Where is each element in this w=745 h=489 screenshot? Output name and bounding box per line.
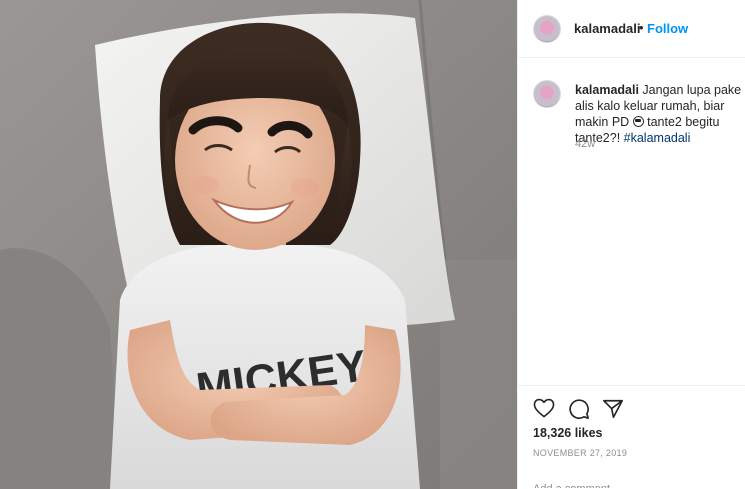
heart-icon[interactable]: [533, 398, 555, 418]
time-ago[interactable]: 42w: [575, 138, 595, 150]
caption-avatar[interactable]: [533, 80, 561, 108]
post-header: kalamadali • Follow: [518, 0, 745, 58]
post-photo[interactable]: MICKEY: [0, 0, 517, 489]
header-separator: •: [639, 20, 644, 35]
caption-username[interactable]: kalamadali: [575, 83, 639, 97]
likes-count[interactable]: 18,326 likes: [533, 426, 603, 440]
comment-icon[interactable]: [568, 398, 590, 420]
sunglasses-emoji-icon: [632, 116, 644, 127]
hashtag-link[interactable]: #kalamadali: [624, 131, 691, 145]
comment-input[interactable]: Add a comment...: [533, 482, 733, 488]
paper-plane-icon[interactable]: [602, 398, 624, 420]
header-username[interactable]: kalamadali: [574, 21, 641, 36]
caption: kalamadali Jangan lupa pake alis kalo ke…: [575, 82, 745, 146]
post-side-panel: kalamadali • Follow kalamadali Jangan lu…: [517, 0, 745, 489]
avatar[interactable]: [533, 15, 561, 43]
photo-illustration: MICKEY: [0, 0, 517, 489]
post-date: NOVEMBER 27, 2019: [533, 448, 628, 458]
follow-button[interactable]: Follow: [647, 21, 688, 36]
post-actions: 18,326 likes NOVEMBER 27, 2019 Add a com…: [518, 385, 745, 489]
